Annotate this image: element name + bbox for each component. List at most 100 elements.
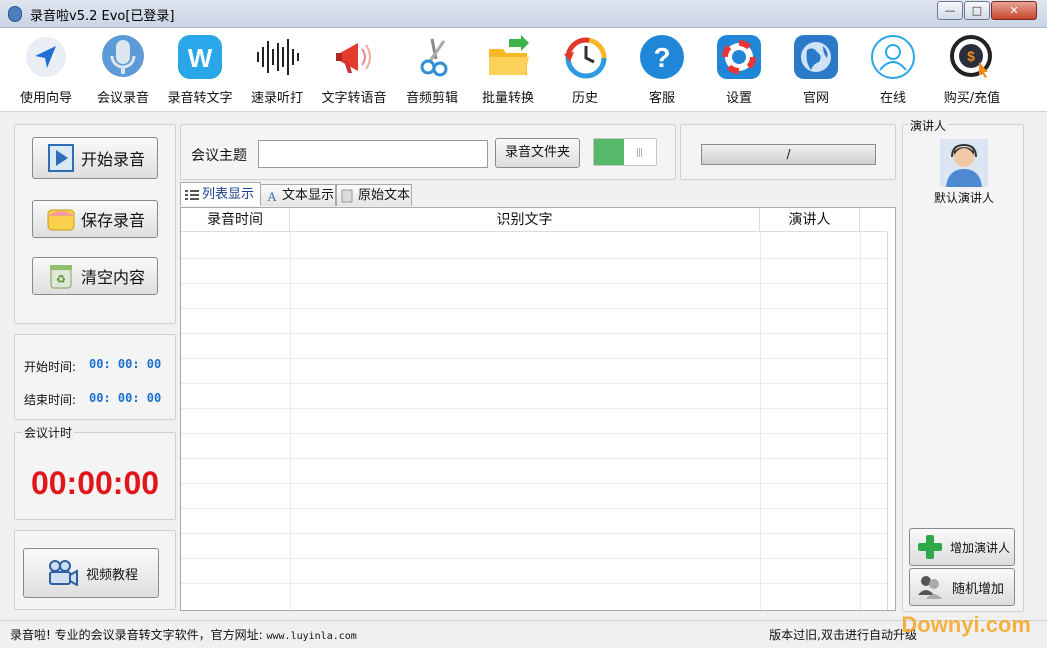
dollar-coin-icon: $ — [949, 34, 995, 80]
meeting-timer-panel: 00:00:00 — [14, 432, 176, 520]
user-online-icon — [870, 34, 916, 80]
toolbar-button-purchase[interactable]: $ 购买/充值 — [936, 34, 1008, 108]
help-icon: ? — [639, 34, 685, 80]
save-record-button[interactable]: 保存录音 — [32, 200, 158, 238]
meeting-timer-value: 00:00:00 — [30, 465, 160, 501]
table-row — [181, 383, 887, 384]
update-notice[interactable]: 版本过旧,双击进行自动升级 — [769, 626, 917, 643]
toolbar-button-shorthand[interactable]: 速录听打 — [245, 34, 309, 108]
topic-panel: 会议主题 录音文件夹 ||| — [180, 124, 676, 180]
add-plus-icon — [916, 533, 944, 561]
svg-text:W: W — [188, 43, 213, 73]
toolbar-button-history[interactable]: 历史 — [554, 34, 616, 108]
speaker-panel: 默认演讲人 增加演讲人 随机增加 — [902, 124, 1024, 612]
toolbar-button-text-to-speech[interactable]: 文字转语音 — [316, 34, 392, 108]
globe-icon — [793, 34, 839, 80]
toolbar-button-guide[interactable]: 使用向导 — [14, 34, 78, 108]
window-title: 录音啦v5.2 Evo[已登录] — [30, 9, 175, 24]
main-toolbar: 使用向导 会议录音 W 录音转文字 速录听打 文字转语音 音频剪辑 批量转换 历… — [0, 28, 1047, 112]
tab-list-view[interactable]: 列表显示 — [180, 182, 261, 206]
soundwave-icon — [254, 34, 300, 80]
toolbar-button-website[interactable]: 官网 — [784, 34, 848, 108]
table-header: 录音时间 识别文字 演讲人 — [181, 208, 887, 232]
play-icon — [47, 144, 75, 172]
app-microphone-icon — [8, 6, 22, 22]
svg-text:$: $ — [967, 48, 975, 64]
megaphone-icon — [331, 34, 377, 80]
table-row — [181, 483, 887, 484]
transcript-table[interactable]: 录音时间 识别文字 演讲人 — [180, 207, 896, 611]
toolbar-button-record-to-text[interactable]: W 录音转文字 — [164, 34, 236, 108]
table-row — [181, 558, 887, 559]
toolbar-button-audio-edit[interactable]: 音频剪辑 — [400, 34, 464, 108]
toolbar-button-batch-convert[interactable]: 批量转换 — [476, 34, 540, 108]
speaker-item-default[interactable]: 默认演讲人 — [917, 139, 1011, 206]
clear-content-button[interactable]: ♻ 清空内容 — [32, 257, 158, 295]
start-time-label: 开始时间: — [24, 360, 77, 374]
tab-text-view[interactable]: A 文本显示 — [260, 184, 336, 206]
add-speaker-button[interactable]: 增加演讲人 — [909, 528, 1015, 566]
table-row — [181, 333, 887, 334]
progress-panel: / — [680, 124, 896, 180]
column-divider — [860, 232, 861, 610]
watermark-logo: Downyi.com — [901, 612, 1031, 637]
table-row — [181, 258, 887, 259]
minimize-button[interactable]: — — [937, 1, 963, 20]
scissors-icon — [409, 34, 455, 80]
table-row — [181, 533, 887, 534]
time-panel: 开始时间: 00: 00: 00 结束时间: 00: 00: 00 — [14, 334, 176, 420]
history-clock-icon — [562, 34, 608, 80]
svg-text:♻: ♻ — [56, 273, 66, 286]
tab-raw-text[interactable]: 原始文本 — [336, 184, 412, 206]
recording-folder-button[interactable]: 录音文件夹 — [495, 138, 580, 168]
video-camera-icon — [46, 559, 80, 587]
save-icon — [47, 205, 75, 233]
table-row — [181, 458, 887, 459]
topic-input[interactable] — [258, 140, 488, 168]
topic-label: 会议主题 — [191, 148, 247, 164]
folder-icon — [485, 34, 531, 80]
close-button[interactable]: ✕ — [991, 1, 1037, 20]
view-tabs: 列表显示 A 文本显示 原始文本 — [180, 182, 420, 208]
microphone-icon — [100, 34, 146, 80]
video-tutorial-button[interactable]: 视频教程 — [23, 548, 159, 598]
svg-text:A: A — [267, 189, 277, 203]
scrollbar-edge — [887, 232, 888, 610]
speaker-avatar-icon — [940, 139, 988, 187]
toolbar-button-settings[interactable]: 设置 — [707, 34, 771, 108]
toolbar-button-online[interactable]: 在线 — [861, 34, 925, 108]
document-icon — [341, 189, 355, 203]
title-bar: 录音啦v5.2 Evo[已登录] — □ ✕ — [0, 0, 1047, 28]
start-record-button[interactable]: 开始录音 — [32, 137, 158, 179]
column-header-recognized-text[interactable]: 识别文字 — [290, 208, 760, 232]
column-header-speaker[interactable]: 演讲人 — [760, 208, 860, 232]
meeting-timer-label: 会议计时 — [22, 424, 75, 441]
table-row — [181, 508, 887, 509]
status-info: 录音啦! 专业的会议录音转文字软件，官方网址: www.luyinla.com — [10, 628, 357, 642]
toggle-grip-icon: ||| — [636, 148, 643, 158]
maximize-button[interactable]: □ — [964, 1, 990, 20]
record-toggle-switch[interactable]: ||| — [593, 138, 657, 166]
record-controls-panel: 开始录音 保存录音 ♻ 清空内容 — [14, 124, 176, 324]
column-divider — [760, 232, 761, 610]
speaker-name: 默认演讲人 — [933, 191, 994, 205]
column-divider — [290, 232, 291, 610]
svg-text:?: ? — [653, 42, 670, 73]
table-row — [181, 308, 887, 309]
list-icon — [185, 188, 199, 202]
progress-bar: / — [701, 144, 876, 165]
table-row — [181, 583, 887, 584]
column-header-record-time[interactable]: 录音时间 — [181, 208, 290, 232]
table-row — [181, 433, 887, 434]
toolbar-button-support[interactable]: ? 客服 — [630, 34, 694, 108]
end-time-label: 结束时间: — [24, 393, 77, 407]
start-time-value: 00: 00: 00 — [89, 357, 162, 371]
toggle-on-segment — [594, 139, 624, 165]
w-letter-icon: W — [177, 34, 223, 80]
text-format-icon: A — [265, 189, 279, 204]
recycle-bin-icon: ♻ — [47, 262, 75, 290]
random-add-speaker-button[interactable]: 随机增加 — [909, 568, 1015, 606]
end-time-value: 00: 00: 00 — [89, 391, 162, 405]
toolbar-button-meeting-record[interactable]: 会议录音 — [91, 34, 155, 108]
website-link[interactable]: www.luyinla.com — [266, 631, 356, 642]
